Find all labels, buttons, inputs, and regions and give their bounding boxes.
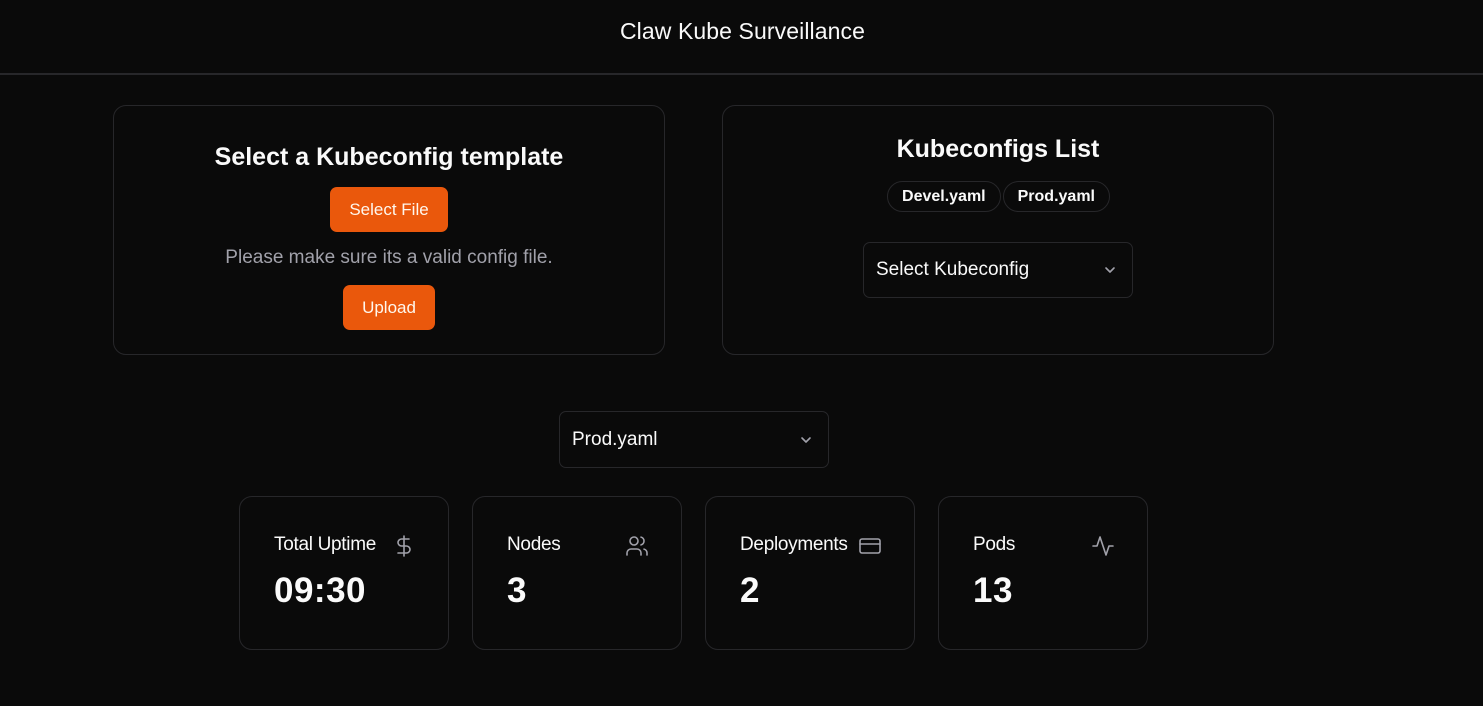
kubeconfig-upload-card: Select a Kubeconfig template Select File…	[113, 105, 665, 355]
stat-card-pods: Pods 13	[938, 496, 1148, 650]
upload-card-title: Select a Kubeconfig template	[214, 143, 564, 171]
select-file-button[interactable]: Select File	[330, 187, 448, 232]
stat-value: 09:30	[274, 571, 367, 610]
kubeconfig-badge-devel[interactable]: Devel.yaml	[887, 181, 1001, 212]
kubeconfig-select[interactable]: Select Kubeconfig	[863, 242, 1133, 298]
stat-label: Nodes	[507, 534, 561, 555]
app-title: Claw Kube Surveillance	[619, 18, 866, 44]
chevron-down-icon	[1105, 267, 1115, 273]
upload-button[interactable]: Upload	[343, 285, 435, 330]
stat-card-nodes: Nodes 3	[472, 496, 682, 650]
stat-value: 2	[740, 571, 760, 610]
stat-label: Deployments	[740, 534, 848, 555]
credit-card-icon	[859, 538, 881, 554]
activity-icon	[1092, 536, 1114, 556]
active-config-value: Prod.yaml	[572, 428, 658, 450]
top-bar: Claw Kube Surveillance	[0, 0, 1483, 75]
app-root: Claw Kube Surveillance Select a Kubeconf…	[0, 0, 1483, 706]
active-config-select[interactable]: Prod.yaml	[559, 411, 829, 468]
upload-hint: Please make sure its a valid config file…	[225, 247, 553, 268]
stat-value: 13	[973, 571, 1013, 610]
list-card-title: Kubeconfigs List	[896, 135, 1100, 163]
kubeconfig-file-badges: Devel.yaml Prod.yaml	[724, 181, 1273, 212]
kubeconfigs-list-card: Kubeconfigs List Devel.yaml Prod.yaml Se…	[722, 105, 1274, 355]
users-icon	[626, 536, 648, 556]
kubeconfig-select-value: Select Kubeconfig	[876, 259, 1030, 280]
stat-card-deployments: Deployments 2	[705, 496, 915, 650]
dollar-icon	[397, 535, 411, 557]
stat-card-total-uptime: Total Uptime 09:30	[239, 496, 449, 650]
stat-label: Pods	[973, 534, 1016, 555]
chevron-down-icon	[801, 436, 811, 443]
stat-value: 3	[507, 571, 527, 610]
kubeconfig-badge-prod[interactable]: Prod.yaml	[1002, 181, 1110, 212]
stat-label: Total Uptime	[274, 534, 376, 555]
